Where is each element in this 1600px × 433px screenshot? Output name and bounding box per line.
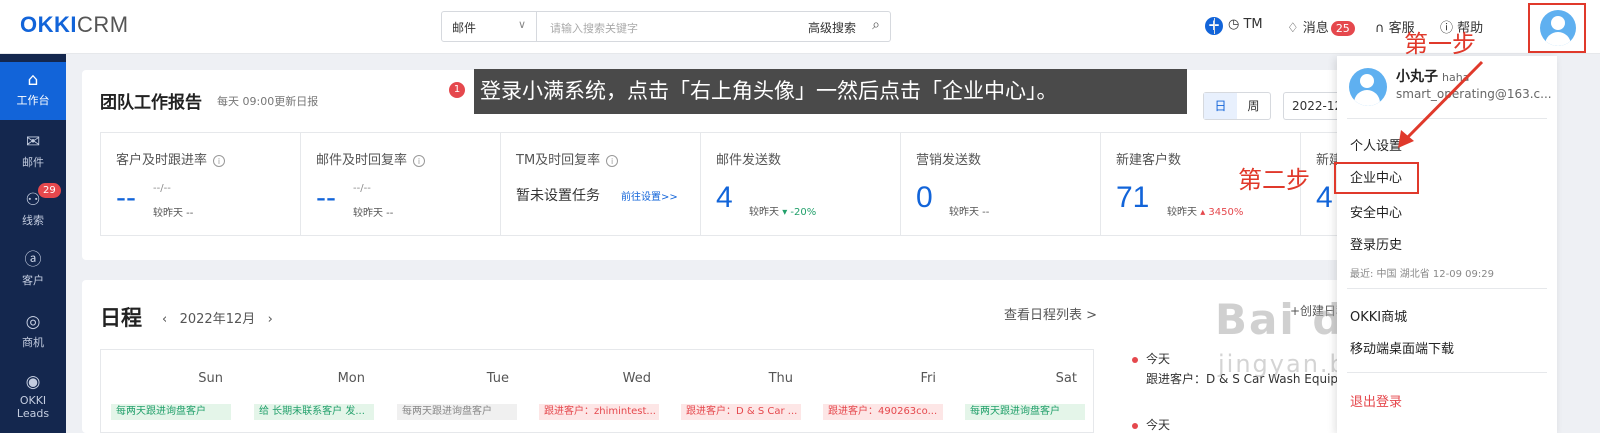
annotation-arrow xyxy=(1398,60,1484,148)
